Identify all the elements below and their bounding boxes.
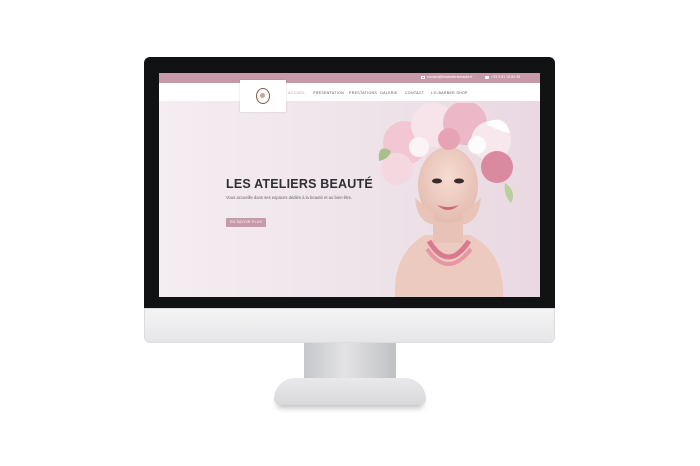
email-text: contact@lesateliersbeaute.fr [427,75,473,79]
phone-icon [485,75,489,79]
hero-title: LES ATELIERS BEAUTÉ [226,177,373,191]
phone-contact[interactable]: +33 9 81 15 84 49 [485,75,520,79]
nav-item-presentation[interactable]: PRÉSENTATION [313,91,344,95]
email-contact[interactable]: contact@lesateliersbeaute.fr [421,75,473,79]
main-navigation: ACCUEIL PRÉSENTATION PRESTATIONS GALERIE… [159,83,540,102]
top-info-bar: contact@lesateliersbeaute.fr +33 9 81 15… [159,73,540,83]
logo-emblem [256,88,270,104]
nav-item-barber-shop[interactable]: L'E-BARBER SHOP [431,91,468,95]
monitor-chin [144,308,555,343]
mail-icon [421,75,425,79]
learn-more-button[interactable]: EN SAVOIR PLUS [226,218,266,227]
nav-item-contact[interactable]: CONTACT [405,91,424,95]
website-screen: contact@lesateliersbeaute.fr +33 9 81 15… [159,73,540,297]
phone-text: +33 9 81 15 84 49 [491,75,521,79]
imac-monitor: contact@lesateliersbeaute.fr +33 9 81 15… [144,57,555,343]
nav-item-prestations[interactable]: PRESTATIONS [349,91,377,95]
monitor-bezel: contact@lesateliersbeaute.fr +33 9 81 15… [144,57,555,308]
monitor-stand-foot [274,378,426,405]
site-logo[interactable] [240,80,286,112]
monitor-stand-neck [304,343,396,381]
hero-subtitle: Vous accueille dans ses espaces dédiés à… [226,195,353,200]
nav-item-accueil[interactable]: ACCUEIL [288,91,306,95]
nav-item-galerie[interactable]: GALERIE [380,91,398,95]
hero-portrait-image [378,103,513,297]
